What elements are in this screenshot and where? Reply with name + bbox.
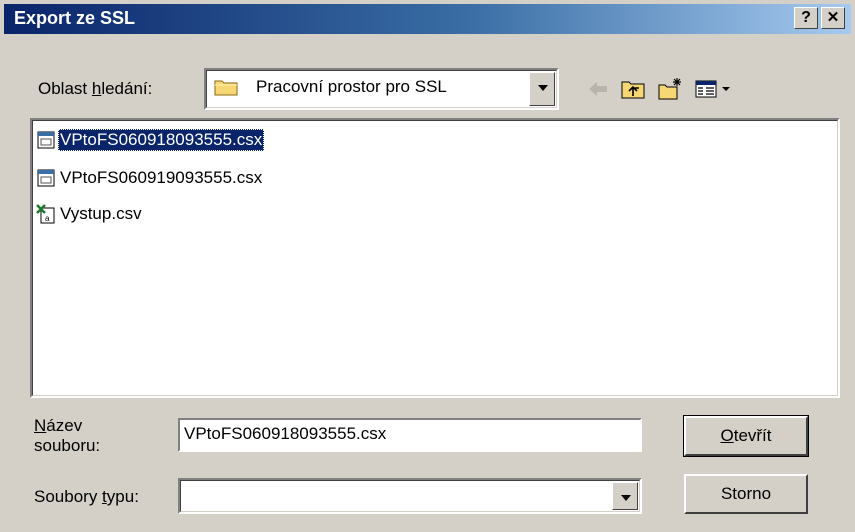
filetype-combobox[interactable] — [178, 478, 642, 514]
view-menu-icon[interactable] — [694, 76, 734, 102]
open-button[interactable]: Otevřít — [683, 415, 809, 457]
cancel-button[interactable]: Storno — [684, 474, 808, 514]
new-folder-icon[interactable] — [657, 76, 683, 102]
back-icon[interactable] — [585, 76, 611, 102]
file-name: VPtoFS060918093555.csx — [58, 129, 265, 151]
filename-input[interactable]: VPtoFS060918093555.csx — [178, 418, 642, 452]
file-name: Vystup.csv — [60, 204, 142, 223]
title-bar[interactable]: Export ze SSL ? ✕ — [4, 4, 851, 34]
chevron-down-icon[interactable] — [612, 482, 638, 510]
lookin-value: Pracovní prostor pro SSL — [256, 77, 447, 96]
help-button[interactable]: ? — [794, 7, 818, 29]
file-name: VPtoFS060919093555.csx — [60, 168, 263, 187]
close-button[interactable]: ✕ — [821, 7, 845, 29]
svg-text:a: a — [45, 214, 50, 223]
lookin-label: Oblast hledání: — [38, 79, 153, 98]
excel-csv-icon: a — [36, 204, 55, 224]
chevron-down-icon[interactable] — [529, 72, 555, 106]
file-item[interactable]: VPtoFS060918093555.csx — [36, 128, 265, 152]
filename-label: Název souboru: — [34, 416, 101, 455]
csx-file-icon — [37, 131, 55, 149]
folder-icon — [214, 80, 238, 96]
file-item[interactable]: VPtoFS060919093555.csx — [36, 166, 264, 190]
up-folder-icon[interactable] — [620, 76, 646, 102]
csx-file-icon — [37, 169, 55, 187]
filetype-label: Soubory typu: — [34, 487, 139, 506]
lookin-combobox[interactable]: Pracovní prostor pro SSL — [204, 68, 559, 110]
window-title: Export ze SSL — [14, 8, 136, 28]
export-dialog: Export ze SSL ? ✕ Oblast hledání: Pracov… — [0, 0, 855, 532]
file-list[interactable]: VPtoFS060918093555.csx VPtoFS06091909355… — [30, 118, 840, 398]
file-item[interactable]: a Vystup.csv — [36, 202, 144, 226]
